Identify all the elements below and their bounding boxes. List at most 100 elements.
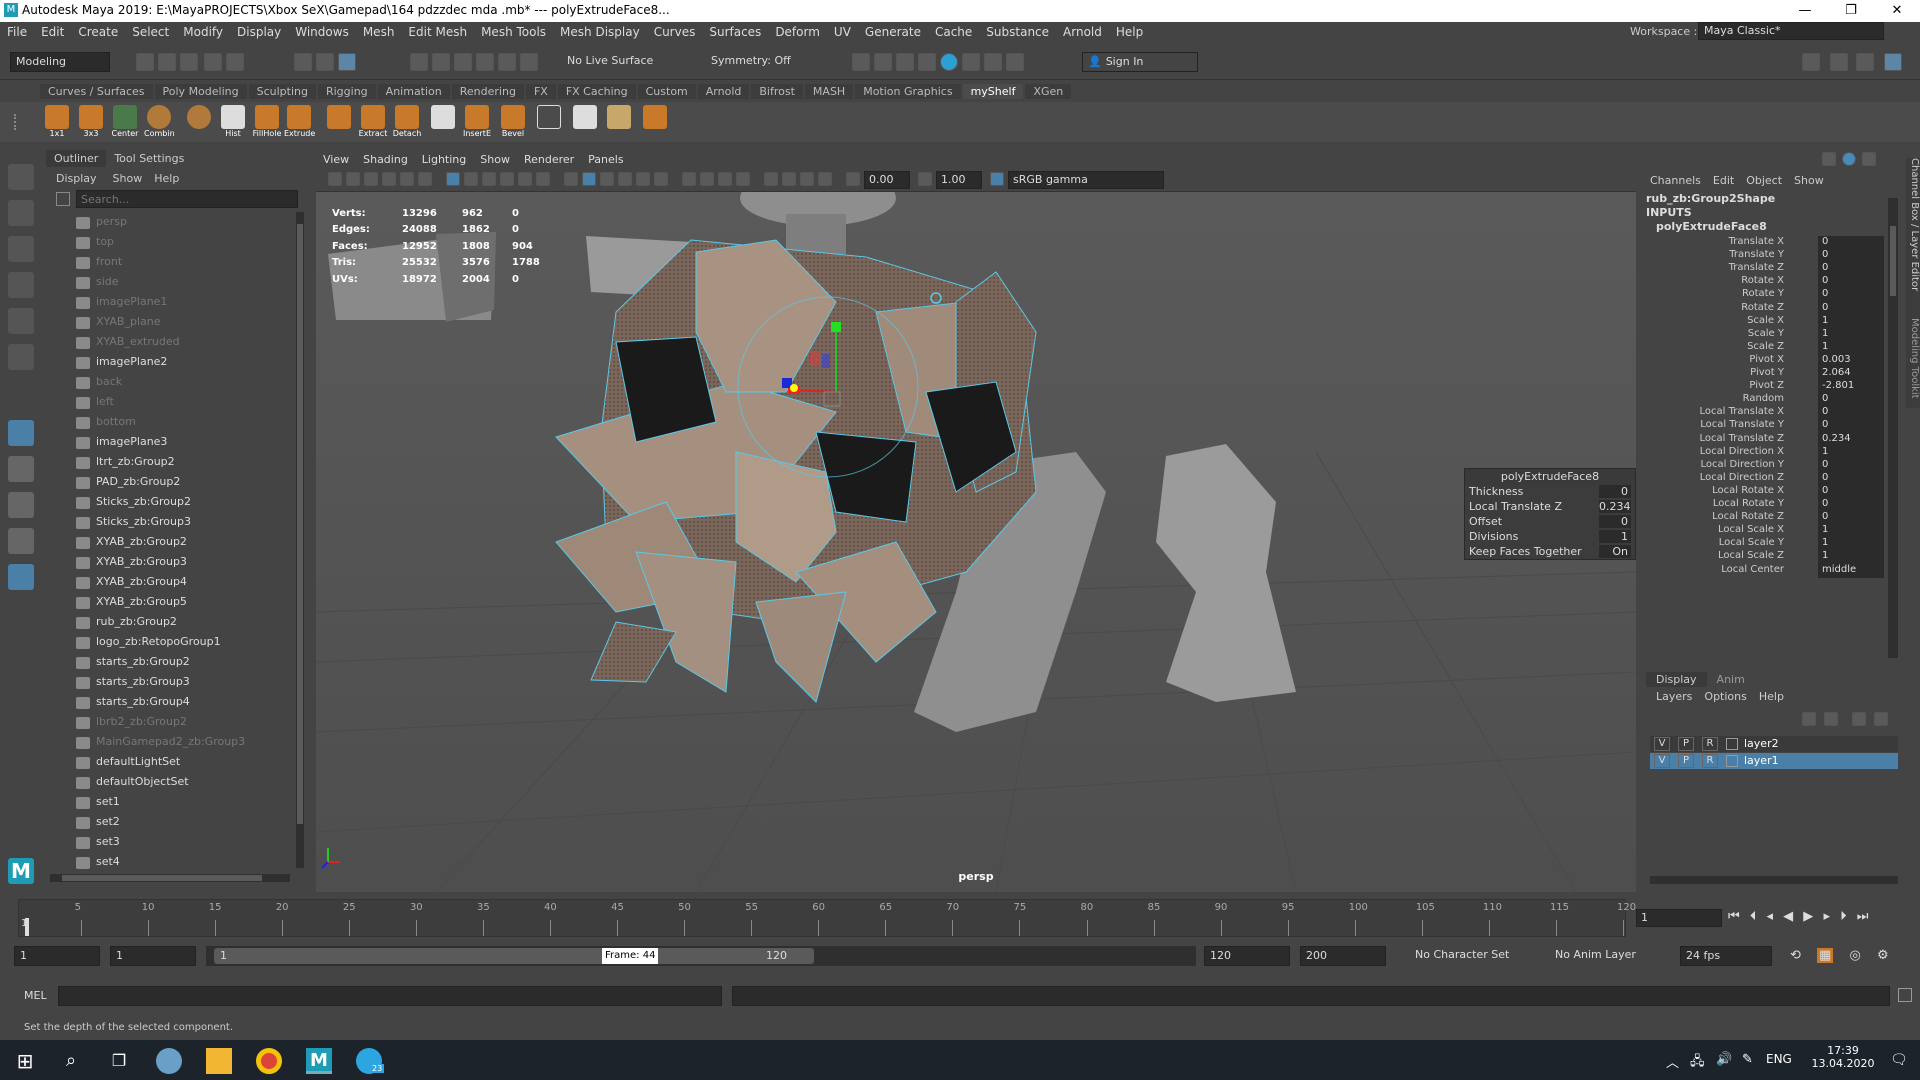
menu-edit[interactable]: Edit	[34, 22, 71, 39]
outliner-item[interactable]: transform-icon XYAB_zb:Group3	[76, 552, 187, 572]
rotate-tool-icon[interactable]	[8, 308, 34, 334]
menu-cache[interactable]: Cache	[928, 22, 979, 39]
snap-point-icon[interactable]	[454, 53, 472, 71]
bookmark-icon[interactable]	[364, 172, 378, 186]
shelf-tab-motion-graphics[interactable]: Motion Graphics	[855, 84, 961, 99]
layer-tab-display[interactable]: Display	[1646, 672, 1707, 687]
channel-attr-value[interactable]: 0	[1818, 236, 1884, 250]
playback-end-field[interactable]: 120	[1204, 946, 1290, 966]
shelf-tab-rendering[interactable]: Rendering	[451, 84, 524, 99]
menu-mesh-display[interactable]: Mesh Display	[553, 22, 647, 39]
xray-active-icon[interactable]	[800, 172, 814, 186]
render-current-icon[interactable]	[874, 53, 892, 71]
single-perspective-layout-icon[interactable]	[8, 420, 34, 446]
shelf-cube-3x3[interactable]: 3x3	[76, 105, 106, 140]
shelf-tab-poly-modeling[interactable]: Poly Modeling	[154, 84, 247, 99]
channel-attr-value[interactable]: 0	[1818, 275, 1884, 290]
animation-start-field[interactable]: 1	[14, 946, 100, 966]
outliner-item[interactable]: camera-icon left	[76, 392, 114, 412]
outliner-item[interactable]: camera-icon top	[76, 232, 114, 252]
cb-menu-show[interactable]: Show	[1788, 174, 1830, 187]
play-back-icon[interactable]: ◀	[1783, 909, 1793, 924]
channel-attr-value[interactable]: 0	[1818, 484, 1884, 499]
move-layer-down-icon[interactable]	[1824, 712, 1838, 726]
xray-joints-icon[interactable]	[818, 172, 832, 186]
notifications-icon[interactable]: 🗨	[1890, 1052, 1908, 1068]
menu-deform[interactable]: Deform	[768, 22, 827, 39]
cb-scroll-thumb[interactable]	[1890, 226, 1896, 296]
outliner-item[interactable]: set-icon set4	[76, 852, 120, 872]
menu-display[interactable]: Display	[230, 22, 288, 39]
shelf-tab-curves-surfaces[interactable]: Curves / Surfaces	[40, 84, 153, 99]
in-view-row[interactable]: Thickness 0	[1465, 485, 1635, 500]
layer-v-toggle[interactable]: V	[1654, 754, 1670, 768]
layer-tab-anim[interactable]: Anim	[1707, 672, 1755, 687]
shelf-detach[interactable]: Detach	[392, 105, 422, 140]
current-frame-field[interactable]: 1	[1636, 909, 1722, 927]
cb-sync-icon[interactable]	[1842, 152, 1856, 166]
cb-expand-icon[interactable]	[1862, 152, 1876, 166]
shelf-combine[interactable]: Combin	[144, 105, 175, 140]
layer-row[interactable]: V P Rlayer2	[1650, 736, 1898, 752]
anim-layer-dropdown[interactable]: No Anim Layer	[1550, 946, 1650, 966]
range-slider[interactable]: 1 Frame: 44 120	[206, 946, 1196, 966]
select-hierarchy-icon[interactable]	[294, 53, 312, 71]
film-gate-icon[interactable]	[464, 172, 478, 186]
shelf-tab-custom[interactable]: Custom	[637, 84, 696, 99]
app-icon[interactable]	[156, 1048, 182, 1074]
layout-presets-icon[interactable]	[8, 492, 34, 518]
outliner-item[interactable]: camera-icon side	[76, 272, 119, 292]
in-view-row[interactable]: Divisions 1	[1465, 530, 1635, 545]
view-transform-dropdown[interactable]: sRGB gamma	[1008, 171, 1164, 189]
in-view-value[interactable]: 1	[1599, 530, 1631, 543]
layer-menu-layers[interactable]: Layers	[1656, 690, 1704, 703]
shelf-multicut[interactable]	[428, 105, 458, 140]
channel-attr-value[interactable]: 0	[1818, 471, 1884, 486]
in-view-value[interactable]: 0.234	[1599, 500, 1631, 513]
channel-attr-value[interactable]: 1	[1818, 445, 1884, 460]
menu-arnold[interactable]: Arnold	[1056, 22, 1109, 39]
channel-attr-value[interactable]: 0	[1818, 288, 1884, 303]
scale-tool-icon[interactable]	[8, 344, 34, 370]
in-view-row[interactable]: Local Translate Z 0.234	[1465, 500, 1635, 515]
four-view-layout-icon[interactable]	[8, 456, 34, 482]
shelf-smooth[interactable]	[640, 105, 670, 140]
channel-attr-value[interactable]: 1	[1818, 524, 1884, 539]
outliner-item[interactable]: transform-icon rub_zb:Group2	[76, 612, 177, 632]
in-view-row[interactable]: Offset 0	[1465, 515, 1635, 530]
in-view-value[interactable]: On	[1599, 545, 1631, 558]
outliner-item[interactable]: transform-icon starts_zb:Group2	[76, 652, 190, 672]
cb-input-node[interactable]: polyExtrudeFace8	[1656, 220, 1767, 233]
ipr-render-icon[interactable]	[896, 53, 914, 71]
in-view-value[interactable]: 0	[1599, 515, 1631, 528]
smooth-shade-icon[interactable]	[582, 172, 596, 186]
save-scene-icon[interactable]	[180, 53, 198, 71]
pause-render-icon[interactable]	[1006, 53, 1024, 71]
shelf-bridge[interactable]	[324, 105, 354, 140]
vp-menu-shading[interactable]: Shading	[356, 150, 415, 169]
anim-prefs-icon[interactable]: ◎	[1849, 948, 1860, 963]
step-forward-key-icon[interactable]: ▸	[1823, 909, 1830, 924]
undo-icon[interactable]	[204, 53, 222, 71]
tool-settings-icon[interactable]	[1856, 53, 1874, 71]
menu-windows[interactable]: Windows	[288, 22, 356, 39]
outliner-item[interactable]: transform-icon XYAB_zb:Group2	[76, 532, 187, 552]
outliner-search-input[interactable]	[76, 190, 298, 208]
redo-icon[interactable]	[226, 53, 244, 71]
snap-grid-icon[interactable]	[410, 53, 428, 71]
search-icon[interactable]: ⌕	[58, 1048, 84, 1074]
select-component-icon[interactable]	[338, 53, 356, 71]
chrome-icon[interactable]	[256, 1048, 282, 1074]
outliner-item[interactable]: transform-icon XYAB_extruded	[76, 332, 180, 352]
outliner-item[interactable]: transform-icon PAD_zb:Group2	[76, 472, 180, 492]
tab-outliner[interactable]: Outliner	[46, 150, 107, 167]
layer-r-toggle[interactable]: R	[1702, 754, 1718, 768]
channel-attr-value[interactable]: 1	[1818, 340, 1884, 355]
sign-in-button[interactable]: 👤 Sign In	[1082, 52, 1198, 72]
volume-icon[interactable]: 🔊	[1716, 1052, 1732, 1067]
layer-p-toggle[interactable]: P	[1678, 754, 1694, 768]
outliner-item[interactable]: image-plane-icon imagePlane2	[76, 352, 167, 372]
cb-keyed-icon[interactable]	[1822, 152, 1836, 166]
ambient-occlusion-icon[interactable]	[682, 172, 696, 186]
outliner-item[interactable]: set-icon set2	[76, 812, 120, 832]
